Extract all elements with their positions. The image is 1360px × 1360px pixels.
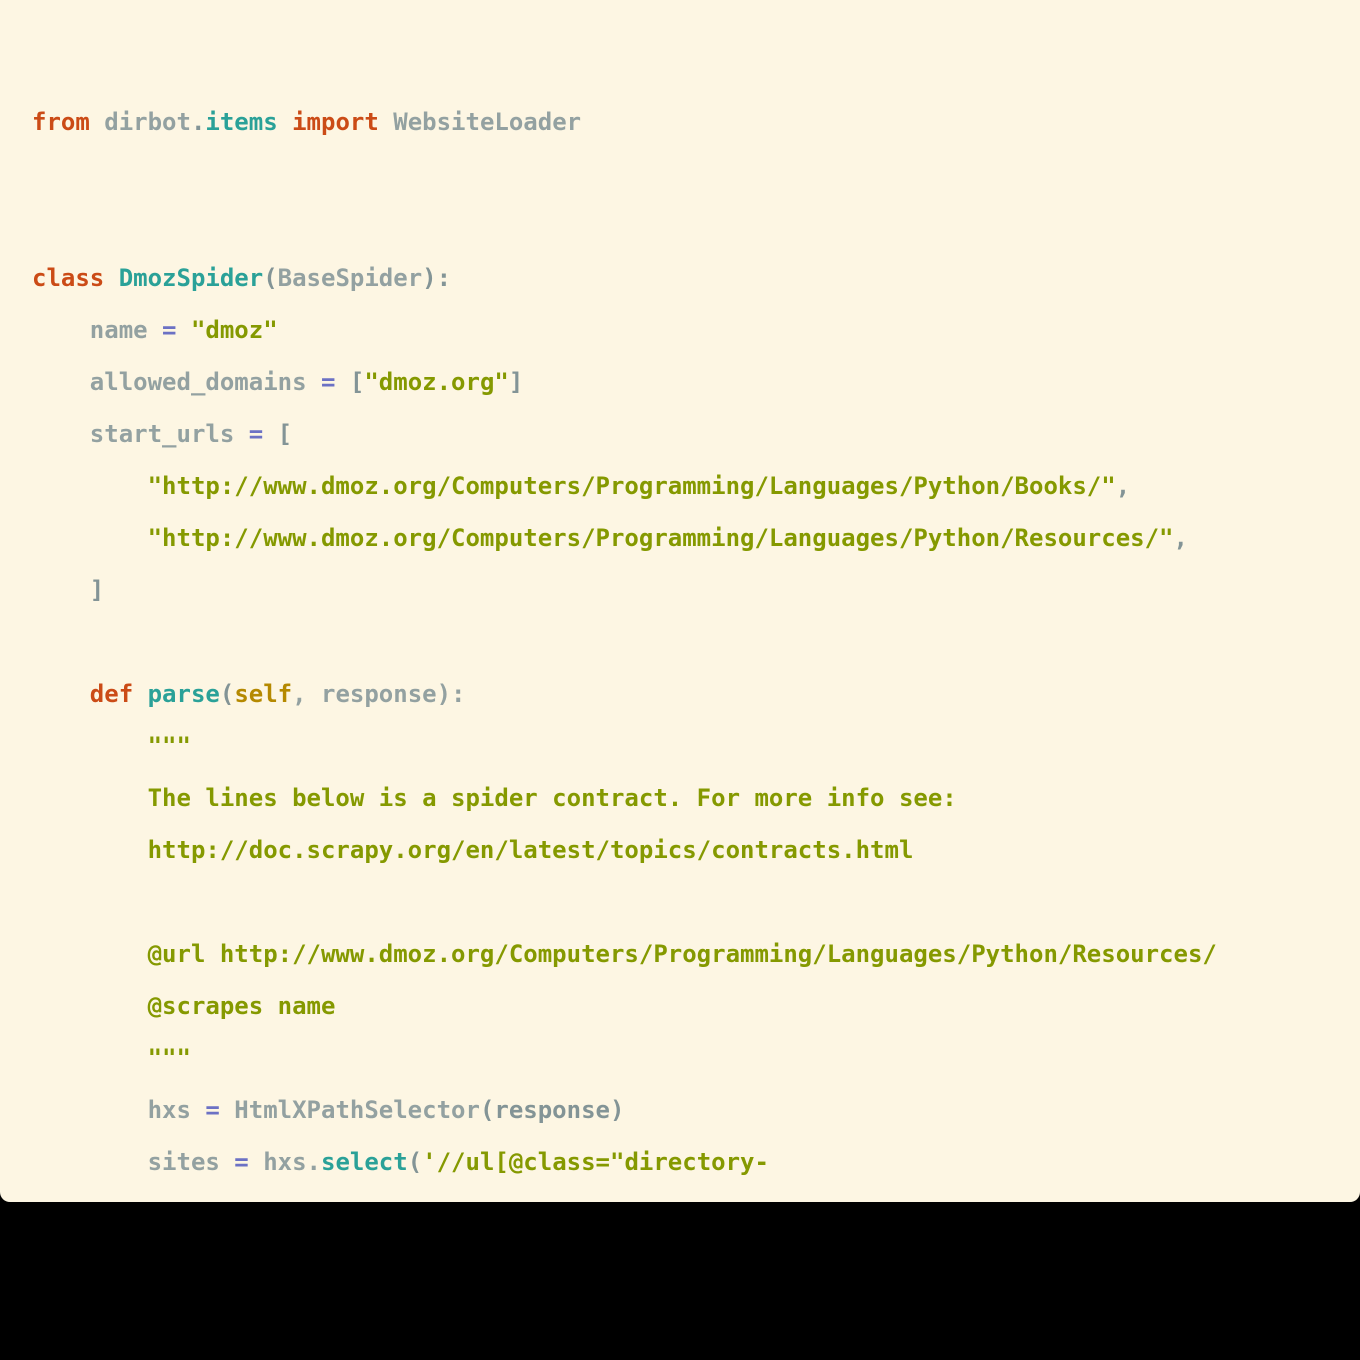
- code-token: self: [234, 680, 293, 708]
- code-token: dirbot: [89, 108, 191, 136]
- code-line: class DmozSpider(BaseSpider):: [32, 252, 1217, 304]
- code-token: ,: [1115, 472, 1131, 500]
- code-token: The lines below is a spider contract. Fo…: [32, 784, 957, 812]
- code-token: items: [205, 108, 278, 136]
- code-token: parse: [147, 680, 220, 708]
- code-line: "http://www.dmoz.org/Computers/Programmi…: [32, 512, 1217, 564]
- code-token: @scrapes name: [32, 992, 336, 1020]
- code-token: (: [263, 264, 278, 292]
- code-editor-panel: from dirbot.items import WebsiteLoader cl…: [0, 0, 1360, 1202]
- code-token: , response):: [292, 680, 466, 708]
- code-token: def: [89, 680, 134, 708]
- code-token: "dmoz.org": [364, 368, 509, 396]
- code-token: "http://www.dmoz.org/Computers/Programmi…: [147, 472, 1116, 500]
- code-token: hxs: [32, 1096, 206, 1124]
- code-token: hxs.: [248, 1148, 321, 1176]
- code-block[interactable]: from dirbot.items import WebsiteLoader cl…: [32, 96, 1217, 1188]
- code-token: "http://www.dmoz.org/Computers/Programmi…: [147, 524, 1174, 552]
- code-token: HtmlXPathSelector: [219, 1096, 480, 1124]
- code-token: from: [32, 108, 90, 136]
- code-line: start_urls = [: [32, 408, 1217, 460]
- code-token: (: [407, 1148, 423, 1176]
- code-line: """: [32, 1032, 1217, 1084]
- code-token: ):: [422, 264, 452, 292]
- code-token: "dmoz": [190, 316, 278, 344]
- code-line: ]: [32, 564, 1217, 616]
- code-token: ,: [1173, 524, 1188, 552]
- code-token: .: [190, 108, 206, 136]
- code-token: @url http://www.dmoz.org/Computers/Progr…: [32, 940, 1217, 968]
- code-token: [: [335, 368, 365, 396]
- code-token: sites: [32, 1148, 235, 1176]
- code-token: =: [205, 1096, 220, 1124]
- code-line: The lines below is a spider contract. Fo…: [32, 772, 1217, 824]
- code-token: http://doc.scrapy.org/en/latest/topics/c…: [32, 836, 914, 864]
- code-token: """: [32, 1044, 191, 1072]
- code-line: def parse(self, response):: [32, 668, 1217, 720]
- code-token: (: [219, 680, 235, 708]
- code-line: @url http://www.dmoz.org/Computers/Progr…: [32, 928, 1217, 980]
- code-token: class: [32, 264, 105, 292]
- code-token: ]: [32, 576, 105, 604]
- code-token: =: [248, 420, 264, 448]
- code-token: [: [263, 420, 293, 448]
- code-token: (response): [479, 1096, 625, 1124]
- code-line: from dirbot.items import WebsiteLoader: [32, 96, 1217, 148]
- code-token: BaseSpider: [277, 264, 423, 292]
- code-line: allowed_domains = ["dmoz.org"]: [32, 356, 1217, 408]
- code-line: "http://www.dmoz.org/Computers/Programmi…: [32, 460, 1217, 512]
- code-token: start_urls: [32, 420, 249, 448]
- code-token: ]: [508, 368, 524, 396]
- code-token: select: [321, 1148, 408, 1176]
- code-token: =: [234, 1148, 249, 1176]
- code-line: @scrapes name: [32, 980, 1217, 1032]
- code-line: hxs = HtmlXPathSelector(response): [32, 1084, 1217, 1136]
- code-token: allowed_domains: [32, 368, 321, 396]
- code-token: WebsiteLoader: [378, 108, 582, 136]
- code-token: name: [32, 316, 163, 344]
- code-token: DmozSpider: [118, 264, 264, 292]
- code-token: '//ul[@class="directory-: [422, 1148, 769, 1176]
- code-line: sites = hxs.select('//ul[@class="directo…: [32, 1136, 1217, 1188]
- code-token: =: [320, 368, 336, 396]
- code-line: http://doc.scrapy.org/en/latest/topics/c…: [32, 824, 1217, 876]
- code-token: import: [292, 108, 379, 136]
- code-line: name = "dmoz": [32, 304, 1217, 356]
- code-token: =: [162, 316, 177, 344]
- code-line: """: [32, 720, 1217, 772]
- code-token: """: [32, 732, 191, 760]
